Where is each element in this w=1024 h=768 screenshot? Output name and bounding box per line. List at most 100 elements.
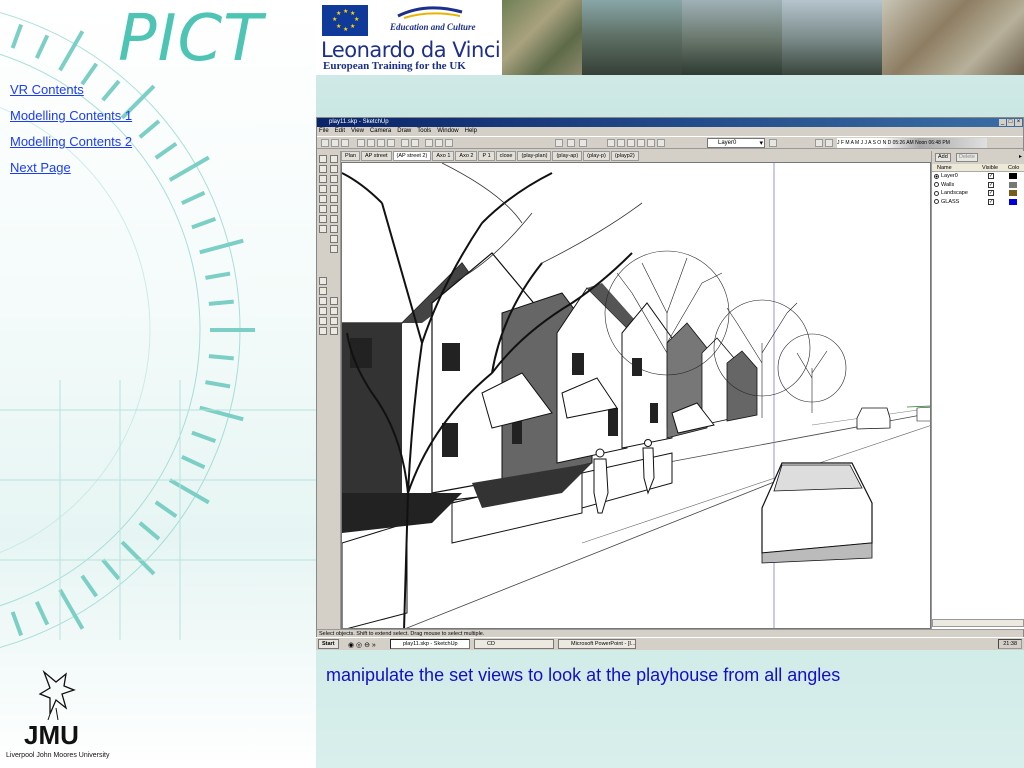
- nav-link-modelling-contents-2[interactable]: Modelling Contents 2: [10, 134, 132, 150]
- cut-icon[interactable]: [357, 139, 365, 147]
- layer-row[interactable]: Layer0 ✓: [932, 172, 1024, 181]
- layer-color-swatch[interactable]: [1009, 173, 1017, 179]
- menu-camera[interactable]: Camera: [370, 127, 391, 136]
- select-icon[interactable]: [319, 155, 327, 163]
- quick-launch-icons[interactable]: ◉ ◎ ⊖ »: [348, 640, 376, 652]
- scene-tab[interactable]: (AP street 2): [392, 151, 432, 161]
- layer-color-swatch[interactable]: [1009, 190, 1017, 196]
- arc-icon[interactable]: [330, 175, 338, 183]
- current-layer-radio[interactable]: [934, 190, 939, 196]
- view-left-icon[interactable]: [657, 139, 665, 147]
- scene-tab[interactable]: AP street: [361, 151, 392, 161]
- minimize-button[interactable]: _: [999, 119, 1006, 126]
- menu-window[interactable]: Window: [437, 127, 458, 136]
- view-back-icon[interactable]: [647, 139, 655, 147]
- scene-tab[interactable]: P 1: [478, 151, 495, 161]
- current-layer-radio[interactable]: [934, 182, 939, 188]
- layer-visible-checkbox[interactable]: ✓: [988, 181, 994, 188]
- menu-view[interactable]: View: [351, 127, 364, 136]
- push-pull-icon[interactable]: [319, 175, 327, 183]
- menu-file[interactable]: File: [319, 127, 329, 136]
- zoom-window-icon[interactable]: [319, 307, 327, 315]
- close-button[interactable]: ×: [1015, 119, 1022, 126]
- header-name[interactable]: Name: [932, 164, 980, 171]
- sandbox-icon[interactable]: [567, 139, 575, 147]
- new-icon[interactable]: [321, 139, 329, 147]
- view-top-icon[interactable]: [617, 139, 625, 147]
- paste-icon[interactable]: [377, 139, 385, 147]
- menu-edit[interactable]: Edit: [335, 127, 345, 136]
- layer-row[interactable]: Walls ✓: [932, 181, 1024, 190]
- task-powerpoint[interactable]: Microsoft PowerPoint - [I...: [558, 639, 636, 649]
- zoom-icon[interactable]: [319, 297, 327, 305]
- view-front-icon[interactable]: [627, 139, 635, 147]
- scene-tab[interactable]: Axo 1: [432, 151, 455, 161]
- walk-icon[interactable]: [330, 297, 338, 305]
- position-camera-icon[interactable]: [330, 317, 338, 325]
- polygon-icon[interactable]: [330, 205, 338, 213]
- rectangle-icon[interactable]: [330, 165, 338, 173]
- line-icon[interactable]: [330, 155, 338, 163]
- start-button[interactable]: Start: [318, 639, 339, 649]
- copy-icon[interactable]: [367, 139, 375, 147]
- layers-panel-arrow-icon[interactable]: ▸: [1019, 153, 1022, 160]
- layers-scrollbar[interactable]: [932, 619, 1024, 627]
- header-color[interactable]: Colo: [1008, 164, 1024, 171]
- scene-tab[interactable]: Plan: [341, 151, 361, 161]
- add-layer-button[interactable]: Add: [935, 153, 951, 162]
- layer-row[interactable]: Landscape ✓: [932, 189, 1024, 198]
- layer-select[interactable]: Layer0: [707, 138, 765, 148]
- open-icon[interactable]: [331, 139, 339, 147]
- redo-icon[interactable]: [411, 139, 419, 147]
- menu-draw[interactable]: Draw: [397, 127, 411, 136]
- help-icon[interactable]: [445, 139, 453, 147]
- previous-view-icon[interactable]: [319, 327, 327, 335]
- tape-icon[interactable]: [319, 225, 327, 233]
- menu-help[interactable]: Help: [465, 127, 477, 136]
- 3d-text-icon[interactable]: [330, 245, 338, 253]
- scene-tab[interactable]: (play-plan): [517, 151, 552, 161]
- delete-layer-button[interactable]: Delete: [956, 153, 978, 162]
- freehand-icon[interactable]: [330, 195, 338, 203]
- scene-tab[interactable]: close: [495, 151, 517, 161]
- current-layer-radio[interactable]: [934, 199, 939, 205]
- view-right-icon[interactable]: [637, 139, 645, 147]
- model-info-icon[interactable]: [435, 139, 443, 147]
- scene-tab[interactable]: (play-p): [583, 151, 610, 161]
- move-icon[interactable]: [319, 195, 327, 203]
- layer-visible-checkbox[interactable]: ✓: [988, 190, 994, 196]
- layer-visible-checkbox[interactable]: ✓: [988, 198, 994, 205]
- task-cd[interactable]: CD: [474, 639, 554, 649]
- shadow-toggle-icon[interactable]: [825, 139, 833, 147]
- eraser-icon[interactable]: [319, 185, 327, 193]
- nav-link-vr-contents[interactable]: VR Contents: [10, 82, 132, 98]
- header-visible[interactable]: Visible: [980, 164, 1008, 171]
- shadow-time-slider[interactable]: J F M A M J J A S O N D 05:26 AM Noon 06…: [837, 138, 987, 148]
- task-sketchup[interactable]: play11.skp - SketchUp: [390, 639, 470, 649]
- paint-icon[interactable]: [319, 165, 327, 173]
- menu-tools[interactable]: Tools: [417, 127, 431, 136]
- offset-icon[interactable]: [330, 215, 338, 223]
- layers-manager-icon[interactable]: [769, 139, 777, 147]
- circle-icon[interactable]: [330, 185, 338, 193]
- nav-link-modelling-contents-1[interactable]: Modelling Contents 1: [10, 108, 132, 124]
- zoom-extents-icon[interactable]: [319, 317, 327, 325]
- rotate-icon[interactable]: [319, 205, 327, 213]
- current-layer-radio[interactable]: [934, 173, 939, 179]
- layer-row[interactable]: GLASS ✓: [932, 198, 1024, 207]
- next-view-icon[interactable]: [330, 327, 338, 335]
- save-icon[interactable]: [341, 139, 349, 147]
- shadow-settings-icon[interactable]: [815, 139, 823, 147]
- view-iso-icon[interactable]: [607, 139, 615, 147]
- model-viewport[interactable]: [341, 162, 931, 629]
- orbit-icon[interactable]: [319, 277, 327, 285]
- scale-icon[interactable]: [319, 215, 327, 223]
- look-around-icon[interactable]: [330, 307, 338, 315]
- scene-tab[interactable]: (play-ap): [552, 151, 583, 161]
- section-icon[interactable]: [579, 139, 587, 147]
- component-icon[interactable]: [555, 139, 563, 147]
- scene-tab[interactable]: Axo 2: [455, 151, 478, 161]
- layer-color-swatch[interactable]: [1009, 198, 1017, 205]
- maximize-button[interactable]: □: [1007, 119, 1014, 126]
- scene-tab[interactable]: (playp2): [610, 151, 639, 161]
